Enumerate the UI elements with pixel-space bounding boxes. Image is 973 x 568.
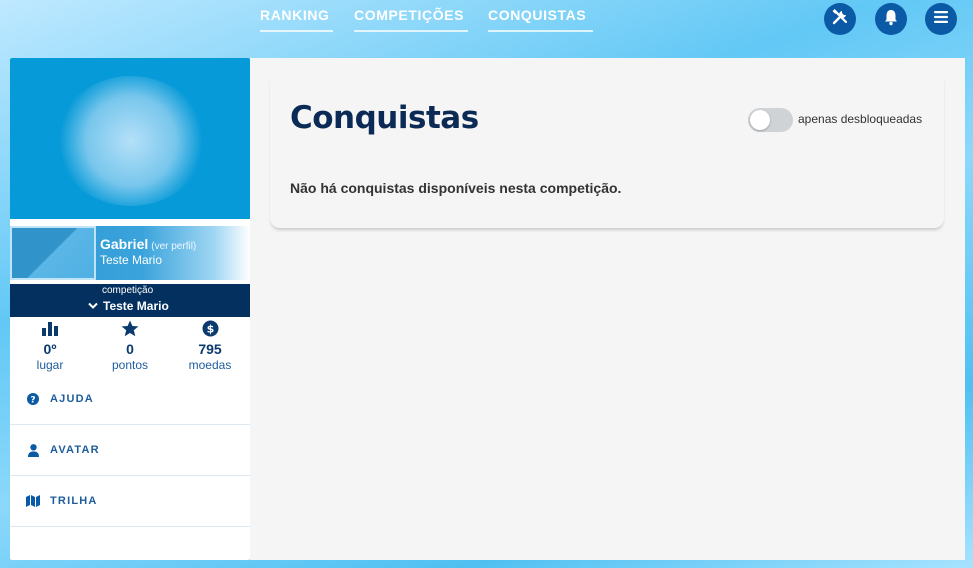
- toggle-label: apenas desbloqueadas: [798, 112, 923, 126]
- bar-chart-icon: [10, 318, 90, 338]
- profile-header: Gabriel (ver perfil) Teste Mario: [10, 226, 250, 280]
- stat-position: 0º lugar: [10, 318, 90, 372]
- question-icon: ?: [26, 392, 40, 406]
- profile-sidebar: Gabriel (ver perfil) Teste Mario competiç…: [10, 58, 250, 560]
- chevron-down-icon: [88, 299, 98, 313]
- notifications-button[interactable]: [875, 3, 907, 35]
- unlocked-only-toggle[interactable]: [748, 108, 793, 132]
- profile-cover: [10, 58, 250, 219]
- menu-item-avatar[interactable]: AVATAR: [10, 425, 250, 476]
- star-icon: [90, 318, 170, 338]
- stat-coins: $ 795 moedas: [170, 318, 250, 372]
- stat-value: 0º: [43, 341, 57, 357]
- empty-state-message: Não há conquistas disponíveis nesta comp…: [290, 180, 622, 196]
- competition-name: Teste Mario: [103, 299, 169, 313]
- menu-item-label: AJUDA: [50, 393, 94, 405]
- menu-button[interactable]: [925, 3, 957, 35]
- svg-text:?: ?: [30, 396, 35, 406]
- stat-label: lugar: [36, 358, 64, 372]
- stats-row: 0º lugar 0 pontos $ 795 moedas: [10, 318, 250, 376]
- cover-image: [56, 76, 206, 206]
- stat-value: 0: [126, 341, 134, 357]
- menu-item-ajuda[interactable]: ? AJUDA: [10, 374, 250, 425]
- tab-ranking[interactable]: RANKING: [260, 7, 333, 32]
- avatar[interactable]: [10, 226, 96, 280]
- menu-icon: [934, 10, 948, 28]
- stat-points: 0 pontos: [90, 318, 170, 372]
- tools-icon: [831, 8, 849, 31]
- tab-conquistas[interactable]: CONQUISTAS: [488, 7, 593, 32]
- user-icon: [26, 443, 40, 457]
- profile-subtitle: Teste Mario: [100, 253, 163, 267]
- bell-icon: [883, 8, 899, 31]
- svg-text:$: $: [206, 322, 214, 335]
- competition-value: Teste Mario: [88, 299, 169, 313]
- profile-name-text: Gabriel: [100, 236, 149, 252]
- stat-label: pontos: [111, 358, 149, 372]
- main-content: Conquistas apenas desbloqueadas Não há c…: [250, 58, 965, 560]
- map-icon: [26, 494, 40, 508]
- coin-icon: $: [170, 318, 250, 338]
- menu-item-label: TRILHA: [50, 495, 98, 507]
- menu-item-label: AVATAR: [50, 444, 100, 456]
- tools-button[interactable]: [824, 3, 856, 35]
- profile-name: Gabriel (ver perfil): [100, 236, 196, 252]
- menu-item-trilha[interactable]: TRILHA: [10, 476, 250, 527]
- tab-competicoes[interactable]: COMPETIÇÕES: [354, 7, 468, 32]
- stat-value: 795: [198, 341, 222, 357]
- view-profile-link[interactable]: (ver perfil): [151, 241, 196, 252]
- page-title: Conquistas: [290, 100, 479, 136]
- competition-selector[interactable]: competição Teste Mario: [10, 284, 250, 317]
- toggle-knob: [750, 110, 770, 130]
- stat-label: moedas: [188, 358, 232, 372]
- top-nav: RANKING COMPETIÇÕES CONQUISTAS: [0, 0, 973, 40]
- competition-label: competição: [102, 285, 154, 296]
- achievements-card: Conquistas apenas desbloqueadas Não há c…: [270, 70, 944, 228]
